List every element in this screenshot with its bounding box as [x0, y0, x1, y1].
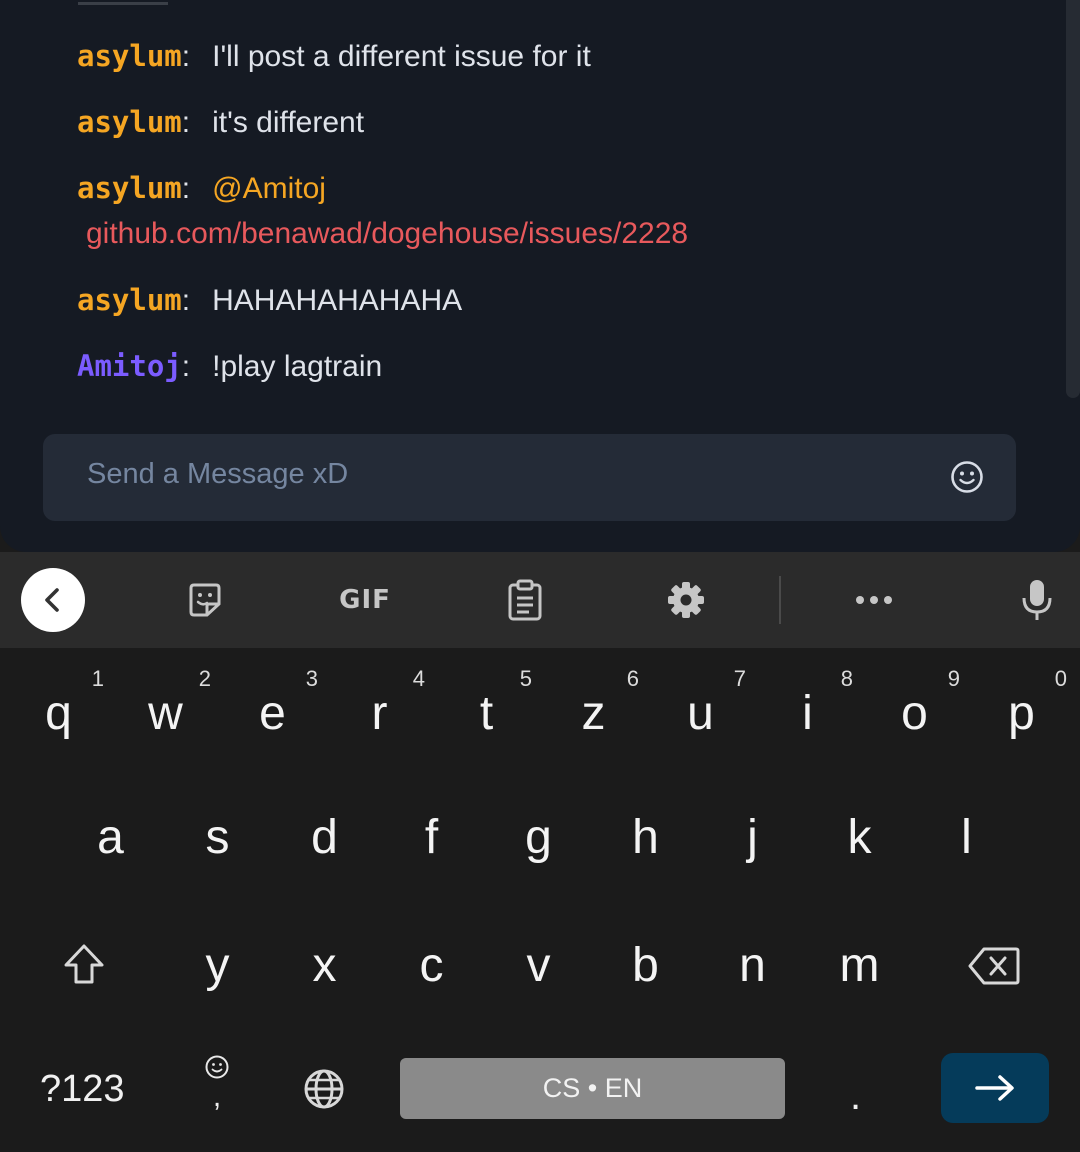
- chat-message: Amitoj: !play lagtrain: [77, 349, 383, 383]
- key-c[interactable]: c: [378, 648, 485, 992]
- smiley-icon: [205, 1055, 229, 1079]
- message-username[interactable]: asylum: [77, 171, 182, 205]
- message-input[interactable]: Send a Message xD: [43, 434, 1016, 521]
- backspace-icon[interactable]: [940, 918, 1047, 1014]
- emoji-comma-key[interactable]: ,: [200, 1052, 234, 1124]
- chat-message: asylum: I'll post a different issue for i…: [77, 39, 591, 73]
- space-key[interactable]: CS • EN: [400, 1058, 785, 1119]
- sticker-icon[interactable]: [179, 574, 231, 626]
- message-username[interactable]: asylum: [77, 105, 182, 139]
- key-x[interactable]: x: [271, 648, 378, 992]
- message-input-placeholder: Send a Message xD: [87, 458, 349, 490]
- message-link[interactable]: github.com/benawad/dogehouse/issues/2228: [86, 215, 688, 253]
- chat-panel: asylum: I'll post a different issue for i…: [0, 0, 1080, 552]
- key-y[interactable]: y: [164, 648, 271, 992]
- message-text: I'll post a different issue for it: [212, 40, 591, 73]
- chat-scrollbar[interactable]: [1066, 0, 1080, 398]
- message-text: it's different: [212, 106, 365, 139]
- chat-message: asylum: HAHAHAHAHAHA: [77, 283, 463, 317]
- message-username[interactable]: asylum: [77, 283, 182, 317]
- enter-key[interactable]: [941, 1053, 1049, 1123]
- message-username[interactable]: Amitoj: [77, 349, 182, 383]
- shift-key[interactable]: [30, 918, 137, 1014]
- period-key[interactable]: .: [850, 1074, 861, 1119]
- toolbar-divider: [779, 576, 781, 624]
- message-mention[interactable]: @Amitoj: [212, 172, 326, 205]
- globe-icon[interactable]: [303, 1068, 345, 1110]
- arrow-right-icon: [975, 1075, 1014, 1101]
- clipboard-icon[interactable]: [499, 574, 551, 626]
- previous-message-fragment: [78, 0, 168, 5]
- key-a[interactable]: a: [57, 648, 164, 864]
- key-b[interactable]: b: [592, 648, 699, 992]
- chat-message: asylum: it's different: [77, 105, 365, 139]
- back-arrow-icon[interactable]: [21, 568, 85, 632]
- symbols-key[interactable]: ?123: [40, 1068, 125, 1111]
- chat-message: asylum: @Amitoj: [77, 171, 326, 205]
- smiley-icon[interactable]: [950, 460, 984, 494]
- gif-button[interactable]: GIF: [336, 574, 394, 626]
- more-icon[interactable]: [848, 574, 900, 626]
- microphone-icon[interactable]: [1011, 574, 1063, 626]
- key-l[interactable]: l: [913, 648, 1020, 864]
- key-m[interactable]: m: [806, 648, 913, 992]
- message-username[interactable]: asylum: [77, 39, 182, 73]
- message-text: HAHAHAHAHAHA: [212, 284, 463, 317]
- key-v[interactable]: v: [485, 648, 592, 992]
- gear-icon[interactable]: [660, 574, 712, 626]
- message-text: !play lagtrain: [212, 350, 383, 383]
- key-n[interactable]: n: [699, 648, 806, 992]
